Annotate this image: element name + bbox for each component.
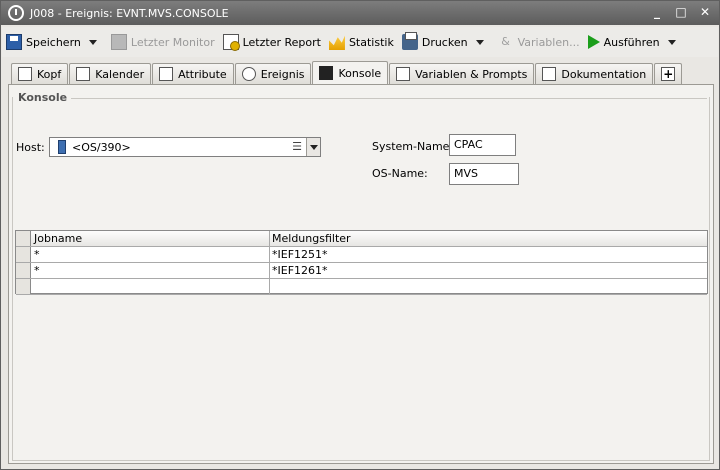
tab-bar: Kopf Kalender Attribute Ereignis Konsole…	[11, 61, 683, 84]
monitor-icon	[110, 34, 127, 50]
plus-icon: +	[661, 67, 676, 81]
jobname-cell[interactable]: *	[32, 263, 270, 278]
tab-kalender[interactable]: Kalender	[69, 63, 152, 84]
tab-label: Kopf	[37, 67, 62, 81]
add-tab-button[interactable]: +	[654, 63, 683, 84]
row-selector[interactable]	[16, 247, 31, 262]
system-name-field[interactable]: CPAC	[449, 134, 516, 156]
chevron-down-icon	[309, 144, 318, 150]
message-filter-cell[interactable]: *IEF1251*	[271, 247, 707, 262]
close-button[interactable]: ✕	[699, 5, 711, 19]
print-label: Drucken	[421, 35, 468, 49]
tab-label: Ereignis	[260, 67, 305, 81]
tab-label: Attribute	[178, 67, 227, 81]
row-selector[interactable]	[16, 263, 31, 278]
tab-attribute[interactable]: Attribute	[152, 63, 234, 84]
table-row[interactable]: * *IEF1261*	[16, 263, 707, 279]
clock-icon	[241, 67, 256, 81]
console-panel: Konsole Host: <OS/390> ☰ System-Name: CP…	[8, 84, 714, 464]
message-filter-cell[interactable]: *IEF1261*	[271, 263, 707, 278]
last-monitor-button[interactable]: Letzter Monitor	[107, 30, 219, 54]
jobname-cell[interactable]: *	[32, 247, 270, 262]
tab-dokumentation[interactable]: Dokumentation	[535, 63, 654, 84]
tab-konsole[interactable]: Konsole	[312, 61, 389, 84]
window-controls: _ □ ✕	[651, 5, 711, 19]
filter-table: Jobname Meldungsfilter * *IEF1251* * *IE…	[15, 230, 708, 295]
select-all-cell[interactable]	[16, 231, 31, 246]
title-bar: J008 - Ereignis: EVNT.MVS.CONSOLE _ □ ✕	[1, 1, 719, 25]
save-label: Speichern	[26, 35, 81, 49]
statistics-button[interactable]: Statistik	[325, 30, 398, 54]
host-combobox[interactable]: <OS/390> ☰	[49, 137, 321, 157]
attributes-icon	[159, 67, 174, 81]
table-row[interactable]	[16, 279, 707, 295]
print-button[interactable]: Drucken	[398, 30, 494, 54]
row-selector[interactable]	[16, 279, 31, 294]
system-name-label: System-Name:	[372, 140, 454, 153]
execute-label: Ausführen	[603, 35, 660, 49]
printer-icon	[401, 32, 418, 50]
table-row[interactable]: * *IEF1251*	[16, 247, 707, 263]
host-server-icon	[58, 140, 66, 154]
tab-variablen-prompts[interactable]: Variablen & Prompts	[389, 63, 535, 84]
maximize-button[interactable]: □	[675, 5, 687, 19]
group-divider	[69, 98, 707, 99]
report-icon	[222, 34, 240, 51]
variables-icon: &	[501, 35, 510, 48]
main-window: J008 - Ereignis: EVNT.MVS.CONSOLE _ □ ✕ …	[0, 0, 720, 470]
variables-button[interactable]: & Variablen...	[494, 30, 584, 54]
variables-label: Variablen...	[517, 35, 580, 49]
host-label: Host:	[16, 141, 45, 154]
column-header-jobname[interactable]: Jobname	[32, 231, 270, 246]
group-title: Konsole	[18, 91, 72, 104]
play-icon	[587, 35, 600, 49]
header-doc-icon	[18, 67, 32, 81]
message-filter-cell[interactable]	[271, 279, 707, 294]
minimize-button[interactable]: _	[651, 5, 663, 19]
tab-label: Kalender	[95, 67, 145, 81]
host-value: <OS/390>	[72, 140, 131, 154]
last-monitor-label: Letzter Monitor	[130, 35, 215, 49]
variables-prompts-icon	[396, 67, 411, 81]
last-report-button[interactable]: Letzter Report	[219, 30, 325, 54]
last-report-label: Letzter Report	[242, 35, 321, 49]
tab-ereignis[interactable]: Ereignis	[234, 63, 312, 84]
table-header: Jobname Meldungsfilter	[16, 231, 707, 247]
tab-label: Dokumentation	[561, 67, 647, 81]
statistics-chart-icon	[328, 35, 345, 50]
save-button[interactable]: Speichern	[2, 30, 107, 54]
jobname-cell[interactable]	[32, 279, 270, 294]
toolbar: Speichern Letzter Monitor Letzter Report…	[2, 27, 718, 57]
tab-kopf[interactable]: Kopf	[11, 63, 69, 84]
print-dropdown-arrow-icon[interactable]	[475, 39, 484, 45]
execute-button[interactable]: Ausführen	[584, 30, 686, 54]
calendar-icon	[76, 67, 91, 81]
os-name-label: OS-Name:	[372, 167, 428, 180]
tab-label: Konsole	[338, 66, 382, 80]
statistics-label: Statistik	[348, 35, 394, 49]
save-dropdown-arrow-icon[interactable]	[88, 39, 97, 45]
column-header-meldungsfilter[interactable]: Meldungsfilter	[271, 231, 707, 246]
floppy-disk-icon	[6, 34, 22, 50]
console-icon	[319, 66, 334, 80]
tab-label: Variablen & Prompts	[415, 67, 528, 81]
host-dropdown-button[interactable]	[306, 138, 320, 156]
documentation-icon	[542, 67, 557, 81]
window-title: J008 - Ereignis: EVNT.MVS.CONSOLE	[30, 6, 229, 20]
os-name-field[interactable]: MVS	[449, 163, 519, 185]
clock-icon	[8, 5, 24, 21]
execute-dropdown-arrow-icon[interactable]	[667, 39, 676, 45]
list-icon[interactable]: ☰	[290, 141, 304, 153]
